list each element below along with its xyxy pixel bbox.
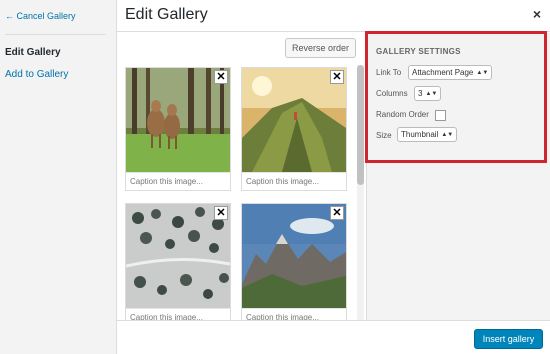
settings-title: GALLERY SETTINGS	[376, 47, 461, 56]
columns-value: 3	[418, 89, 423, 98]
link-to-select[interactable]: Attachment Page ▲▼	[408, 65, 493, 80]
size-label: Size	[376, 131, 392, 140]
gallery-content: Reverse order ✕ Caption this image... ✕ …	[117, 33, 366, 320]
media-menu: ← Cancel Gallery Edit Gallery Add to Gal…	[0, 0, 117, 354]
caption-field[interactable]: Caption this image...	[242, 308, 346, 320]
scrollbar-thumb[interactable]	[357, 65, 364, 185]
page-title: Edit Gallery	[125, 6, 208, 23]
updown-arrow-icon: ▲▼	[425, 91, 438, 97]
caption-field[interactable]: Caption this image...	[126, 308, 230, 320]
insert-gallery-button[interactable]: Insert gallery	[474, 329, 543, 349]
caption-field[interactable]: Caption this image...	[126, 172, 230, 190]
mountain-ridge-image: ✕	[242, 68, 346, 172]
updown-arrow-icon: ▲▼	[476, 70, 489, 76]
reverse-order-button[interactable]: Reverse order	[285, 38, 356, 58]
link-to-value: Attachment Page	[412, 68, 474, 77]
cancel-gallery-link[interactable]: ← Cancel Gallery	[5, 11, 76, 21]
menu-item-add-to-gallery[interactable]: Add to Gallery	[5, 69, 68, 80]
size-value: Thumbnail	[401, 130, 439, 139]
deer-in-forest-image: ✕	[126, 68, 230, 172]
modal-toolbar: Insert gallery	[117, 320, 550, 354]
menu-separator	[5, 34, 106, 35]
remove-image-icon[interactable]: ✕	[330, 206, 344, 220]
gallery-item[interactable]: ✕ Caption this image...	[241, 203, 347, 320]
random-order-checkbox[interactable]	[435, 110, 446, 121]
modal-title-bar: Edit Gallery ×	[117, 0, 550, 32]
close-icon[interactable]: ×	[533, 7, 541, 21]
columns-label: Columns	[376, 89, 408, 98]
menu-item-edit-gallery[interactable]: Edit Gallery	[5, 47, 61, 58]
rocky-mountains-image: ✕	[242, 204, 346, 308]
link-to-label: Link To	[376, 68, 402, 77]
gallery-scrollbar[interactable]	[357, 65, 364, 320]
remove-image-icon[interactable]: ✕	[330, 70, 344, 84]
size-select[interactable]: Thumbnail ▲▼	[397, 127, 458, 142]
gallery-item[interactable]: ✕ Caption this image...	[125, 203, 231, 320]
columns-select[interactable]: 3 ▲▼	[414, 86, 442, 101]
gallery-item[interactable]: ✕ Caption this image...	[241, 67, 347, 191]
remove-image-icon[interactable]: ✕	[214, 206, 228, 220]
remove-image-icon[interactable]: ✕	[214, 70, 228, 84]
random-order-label: Random Order	[376, 110, 429, 119]
updown-arrow-icon: ▲▼	[441, 132, 454, 138]
snowy-forest-image: ✕	[126, 204, 230, 308]
caption-field[interactable]: Caption this image...	[242, 172, 346, 190]
gallery-item[interactable]: ✕ Caption this image...	[125, 67, 231, 191]
